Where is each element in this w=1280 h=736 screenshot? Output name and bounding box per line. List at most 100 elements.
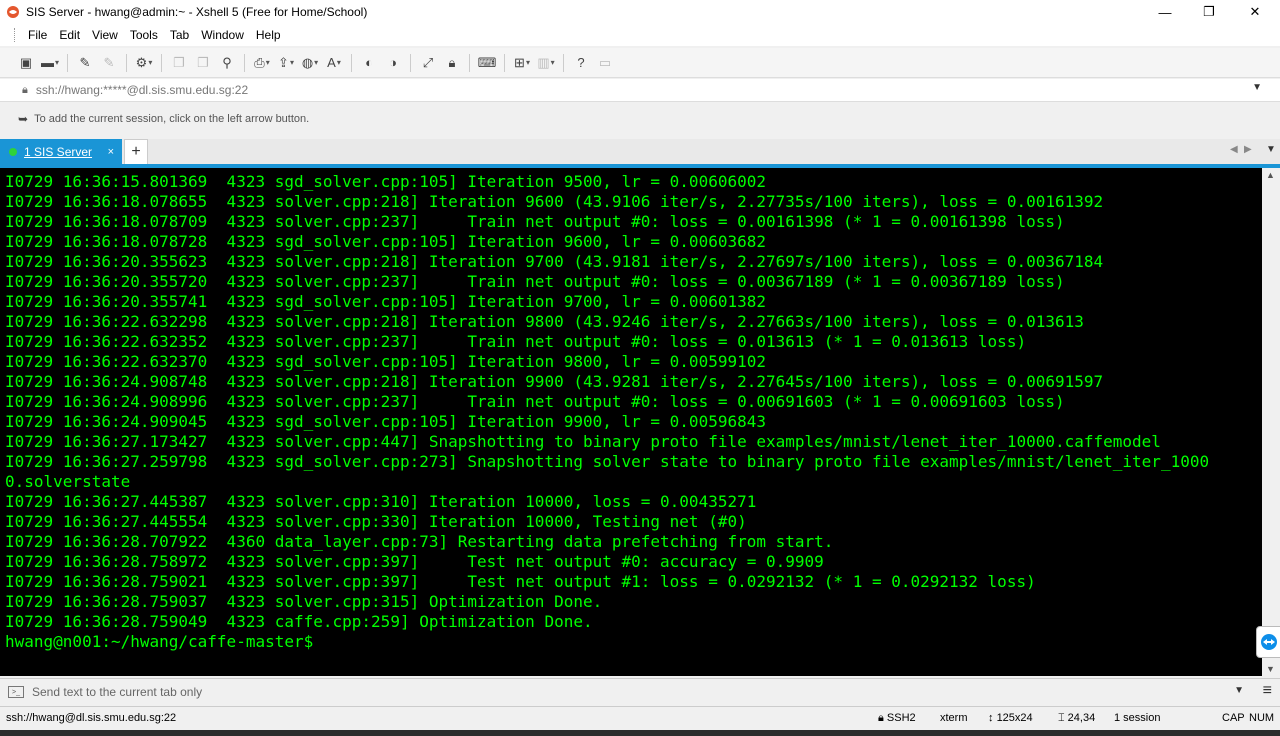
terminal-line: hwang@n001:~/hwang/caffe-master$ — [5, 632, 314, 651]
toolbar-separator — [244, 53, 245, 72]
print-icon[interactable]: ⎙ — [253, 54, 271, 72]
status-protocol-text: SSH2 — [886, 712, 916, 724]
xftp-icon[interactable]: ◐ — [360, 54, 378, 72]
compose-menu-icon[interactable]: ≡ — [1263, 682, 1272, 700]
tab-close-icon[interactable]: × — [108, 146, 114, 158]
globe-icon[interactable]: ◍ — [301, 54, 319, 72]
close-window-button[interactable]: ✕ — [1232, 0, 1278, 24]
open-folder-icon[interactable]: ▬ — [41, 54, 59, 72]
toolbar-separator — [161, 53, 162, 72]
tab-scroll-right-icon[interactable]: ▶ — [1244, 144, 1252, 155]
transfer-icon[interactable]: ⇪ — [277, 54, 295, 72]
terminal-line: I0729 16:36:27.259798 4323 sgd_solver.cp… — [5, 452, 1210, 471]
taskbar-strip — [0, 730, 1280, 736]
terminal-line: I0729 16:36:24.908748 4323 solver.cpp:21… — [5, 372, 1104, 391]
terminal-line: I0729 16:36:28.759021 4323 solver.cpp:39… — [5, 572, 1036, 591]
window-title: SIS Server - hwang@admin:~ - Xshell 5 (F… — [26, 5, 368, 19]
teamviewer-glyph — [1261, 634, 1277, 650]
add-session-arrow-icon[interactable]: ➥ — [18, 112, 28, 126]
maximize-button[interactable]: ❐ — [1186, 0, 1232, 24]
menu-help[interactable]: Help — [250, 28, 287, 42]
find-icon[interactable]: ⚲ — [218, 54, 236, 72]
xmanager-icon[interactable]: ◑ — [384, 54, 402, 72]
fullscreen-icon[interactable]: ⤢ — [419, 54, 437, 72]
font-icon[interactable]: A — [325, 54, 343, 72]
status-size: ↕ 125x24 — [988, 712, 1033, 724]
compose-dropdown-icon[interactable]: ▼ — [1234, 685, 1244, 696]
minimize-button[interactable]: — — [1142, 0, 1188, 24]
menu-view[interactable]: View — [86, 28, 124, 42]
terminal-line: I0729 16:36:18.078728 4323 sgd_solver.cp… — [5, 232, 766, 251]
terminal-line: I0729 16:36:24.909045 4323 sgd_solver.cp… — [5, 412, 766, 431]
keyboard-icon[interactable]: ⌨ — [478, 54, 497, 72]
terminal-line: 0.solverstate — [5, 472, 131, 491]
menu-grip — [14, 28, 18, 42]
terminal-output[interactable]: I0729 16:36:15.801369 4323 sgd_solver.cp… — [0, 168, 1262, 676]
compose-bar[interactable]: >_ Send text to the current tab only ▼ ≡ — [0, 678, 1280, 705]
terminal-line: I0729 16:36:28.759037 4323 solver.cpp:31… — [5, 592, 603, 611]
scroll-up-icon[interactable]: ▲ — [1266, 170, 1275, 180]
terminal-text[interactable]: I0729 16:36:15.801369 4323 sgd_solver.cp… — [0, 168, 1262, 652]
session-hint-text: To add the current session, click on the… — [34, 113, 310, 125]
toolbar-separator — [504, 53, 505, 72]
terminal-line: I0729 16:36:20.355623 4323 solver.cpp:21… — [5, 252, 1104, 271]
terminal-line: I0729 16:36:18.078709 4323 solver.cpp:23… — [5, 212, 1065, 231]
terminal-scrollbar[interactable]: ▲ ▼ — [1262, 168, 1280, 676]
paste-icon[interactable]: ❐ — [194, 54, 212, 72]
help-icon[interactable]: ? — [572, 54, 590, 72]
status-num: NUM — [1249, 712, 1275, 724]
tab-sis-server[interactable]: 1 SIS Server × — [0, 139, 122, 165]
scroll-down-icon[interactable]: ▼ — [1266, 664, 1275, 674]
tab-list-dropdown-icon[interactable]: ▼ — [1266, 144, 1276, 155]
session-hint-bar: ➥ To add the current session, click on t… — [0, 104, 1280, 134]
status-bar: ssh://hwang@dl.sis.smu.edu.sg:22 🔒︎ SSH2… — [0, 706, 1280, 731]
disconnect-icon[interactable]: ✎ — [100, 54, 118, 72]
compose-icon: >_ — [8, 686, 24, 698]
terminal-line: I0729 16:36:18.078655 4323 solver.cpp:21… — [5, 192, 1104, 211]
teamviewer-icon[interactable] — [1256, 626, 1280, 658]
terminal-line: I0729 16:36:28.759049 4323 caffe.cpp:259… — [5, 612, 593, 631]
toolbar-separator — [67, 53, 68, 72]
terminal-line: I0729 16:36:15.801369 4323 sgd_solver.cp… — [5, 172, 766, 191]
terminal-line: I0729 16:36:24.908996 4323 solver.cpp:23… — [5, 392, 1065, 411]
menu-file[interactable]: File — [22, 28, 53, 42]
address-dropdown-icon[interactable]: ▼ — [1252, 82, 1262, 93]
compose-target-text[interactable]: Send text to the current tab only — [32, 685, 202, 699]
status-connection: ssh://hwang@dl.sis.smu.edu.sg:22 — [6, 712, 177, 724]
address-text[interactable]: ssh://hwang:*****@dl.sis.smu.edu.sg:22 — [36, 83, 248, 97]
terminal-line: I0729 16:36:28.758972 4323 solver.cpp:39… — [5, 552, 824, 571]
terminal-line: I0729 16:36:28.707922 4360 data_layer.cp… — [5, 532, 834, 551]
toolbar-separator — [410, 53, 411, 72]
menu-window[interactable]: Window — [195, 28, 250, 42]
reconnect-icon[interactable]: ✎ — [76, 54, 94, 72]
status-size-text: 125x24 — [996, 712, 1033, 724]
menu-tools[interactable]: Tools — [124, 28, 164, 42]
status-cursor: ⌶ 24,34 — [1058, 712, 1096, 724]
new-tab-button[interactable]: + — [124, 139, 148, 165]
toolbar-separator — [351, 53, 352, 72]
menu-bar: File Edit View Tools Tab Window Help — [0, 24, 1280, 46]
tab-label: 1 SIS Server — [24, 145, 93, 159]
xshell-app-icon — [7, 6, 19, 18]
tab-scroll-left-icon[interactable]: ◀ — [1230, 144, 1238, 155]
terminal-line: I0729 16:36:27.445387 4323 solver.cpp:31… — [5, 492, 757, 511]
menu-tab[interactable]: Tab — [164, 28, 195, 42]
terminal-line: I0729 16:36:22.632352 4323 solver.cpp:23… — [5, 332, 1027, 351]
status-cursor-text: 24,34 — [1067, 712, 1096, 724]
title-bar: SIS Server - hwang@admin:~ - Xshell 5 (F… — [0, 0, 1280, 24]
new-tab-icon[interactable]: ⊞ — [513, 54, 531, 72]
terminal-line: I0729 16:36:22.632370 4323 sgd_solver.cp… — [5, 352, 766, 371]
chat-icon[interactable]: ▭ — [596, 54, 614, 72]
terminal-line: I0729 16:36:20.355741 4323 sgd_solver.cp… — [5, 292, 766, 311]
address-bar[interactable]: 🔒︎ ssh://hwang:*****@dl.sis.smu.edu.sg:2… — [0, 79, 1280, 102]
lock-icon[interactable]: 🔒︎ — [443, 54, 461, 72]
toolbar-separator — [469, 53, 470, 72]
toolbar-separator — [126, 53, 127, 72]
copy-icon[interactable]: ❐ — [170, 54, 188, 72]
properties-icon[interactable]: ⚙ — [135, 54, 153, 72]
new-session-icon[interactable]: ▣ — [17, 54, 35, 72]
layout-icon[interactable]: ▥ — [537, 54, 555, 72]
terminal-line: I0729 16:36:20.355720 4323 solver.cpp:23… — [5, 272, 1065, 291]
menu-edit[interactable]: Edit — [53, 28, 86, 42]
toolbar: ▣ ▬ ✎ ✎ ⚙ ❐ ❐ ⚲ ⎙ ⇪ ◍ A ◐ ◑ ⤢ 🔒︎ ⌨ ⊞ ▥ ?… — [0, 48, 1280, 78]
